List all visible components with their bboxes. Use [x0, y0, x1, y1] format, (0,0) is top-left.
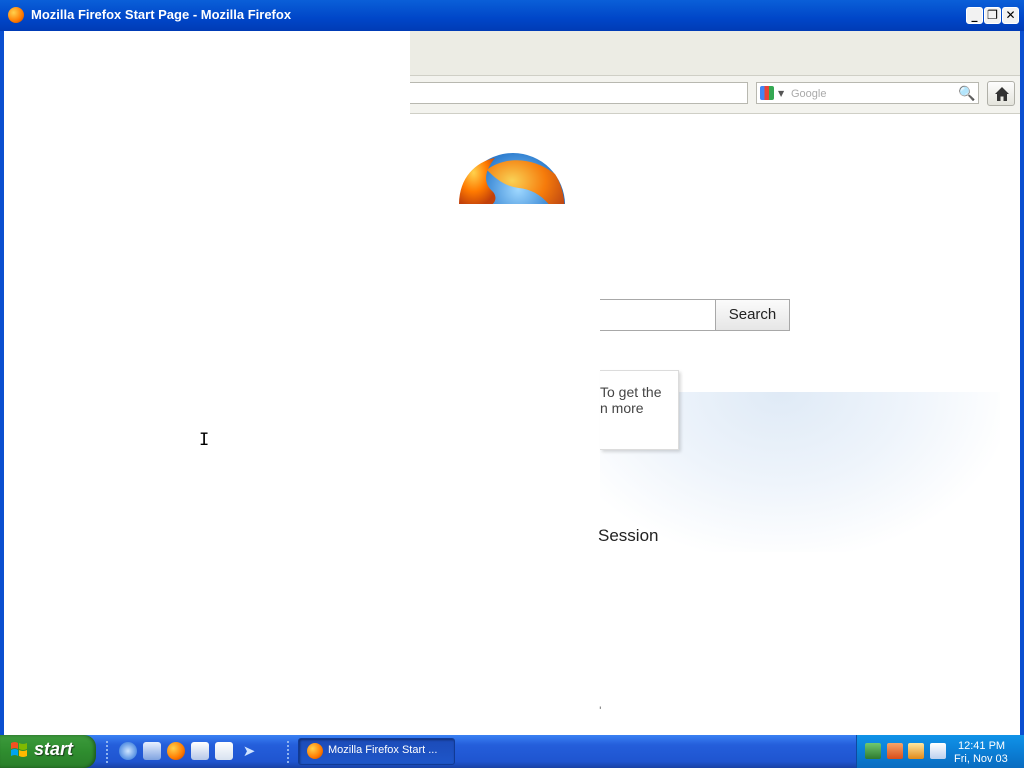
- firefox-icon: [307, 743, 323, 759]
- page-search-input[interactable]: [600, 299, 716, 331]
- arrow-icon[interactable]: ➤: [240, 742, 258, 760]
- clock-date[interactable]: Fri, Nov 03: [954, 753, 1008, 765]
- windows-flag-icon: [11, 742, 27, 757]
- title-bar[interactable]: Mozilla Firefox Start Page - Mozilla Fir…: [0, 0, 1024, 31]
- window-frame-left: [0, 31, 4, 735]
- snippet-text-line1: To get the: [600, 384, 662, 400]
- url-bar[interactable]: [410, 82, 748, 104]
- show-desktop-icon[interactable]: [143, 742, 161, 760]
- security-icon[interactable]: [887, 743, 903, 759]
- firefox-logo: [457, 150, 567, 204]
- menu-toolbar: [410, 31, 1020, 76]
- restore-session-link[interactable]: Session: [598, 526, 658, 546]
- chevron-down-icon[interactable]: ▼: [778, 89, 784, 98]
- home-button[interactable]: [987, 81, 1015, 106]
- search-bar-placeholder: Google: [791, 88, 827, 100]
- firefox-icon[interactable]: [167, 742, 185, 760]
- quick-launch-grip[interactable]: [106, 741, 111, 763]
- ie-icon[interactable]: [119, 742, 137, 760]
- taskbar-item-label: Mozilla Firefox Start ...: [328, 744, 438, 756]
- window-title: Mozilla Firefox Start Page - Mozilla Fir…: [31, 7, 292, 22]
- update-icon[interactable]: [908, 743, 924, 759]
- google-icon[interactable]: [760, 86, 774, 100]
- close-button[interactable]: ✕: [1002, 7, 1019, 24]
- network-icon[interactable]: [865, 743, 881, 759]
- snippet-text-line2: n more: [600, 400, 644, 416]
- page-search-button[interactable]: Search: [715, 299, 790, 331]
- restore-button[interactable]: ❐: [984, 7, 1001, 24]
- firefox-icon: [8, 7, 24, 23]
- search-bar[interactable]: [756, 82, 979, 104]
- start-label: start: [34, 739, 74, 759]
- footer-mark: ': [599, 706, 602, 716]
- keyboard-icon[interactable]: [930, 743, 946, 759]
- home-icon: [995, 87, 1009, 101]
- window-frame-right: [1020, 31, 1024, 735]
- text-cursor-icon: I: [199, 430, 210, 450]
- media-player-icon[interactable]: [191, 742, 209, 760]
- search-icon[interactable]: [215, 742, 233, 760]
- minimize-button[interactable]: _: [966, 7, 983, 24]
- clock-time[interactable]: 12:41 PM: [958, 740, 1005, 752]
- taskbar-grip[interactable]: [287, 741, 292, 763]
- search-icon[interactable]: 🔍: [958, 85, 976, 103]
